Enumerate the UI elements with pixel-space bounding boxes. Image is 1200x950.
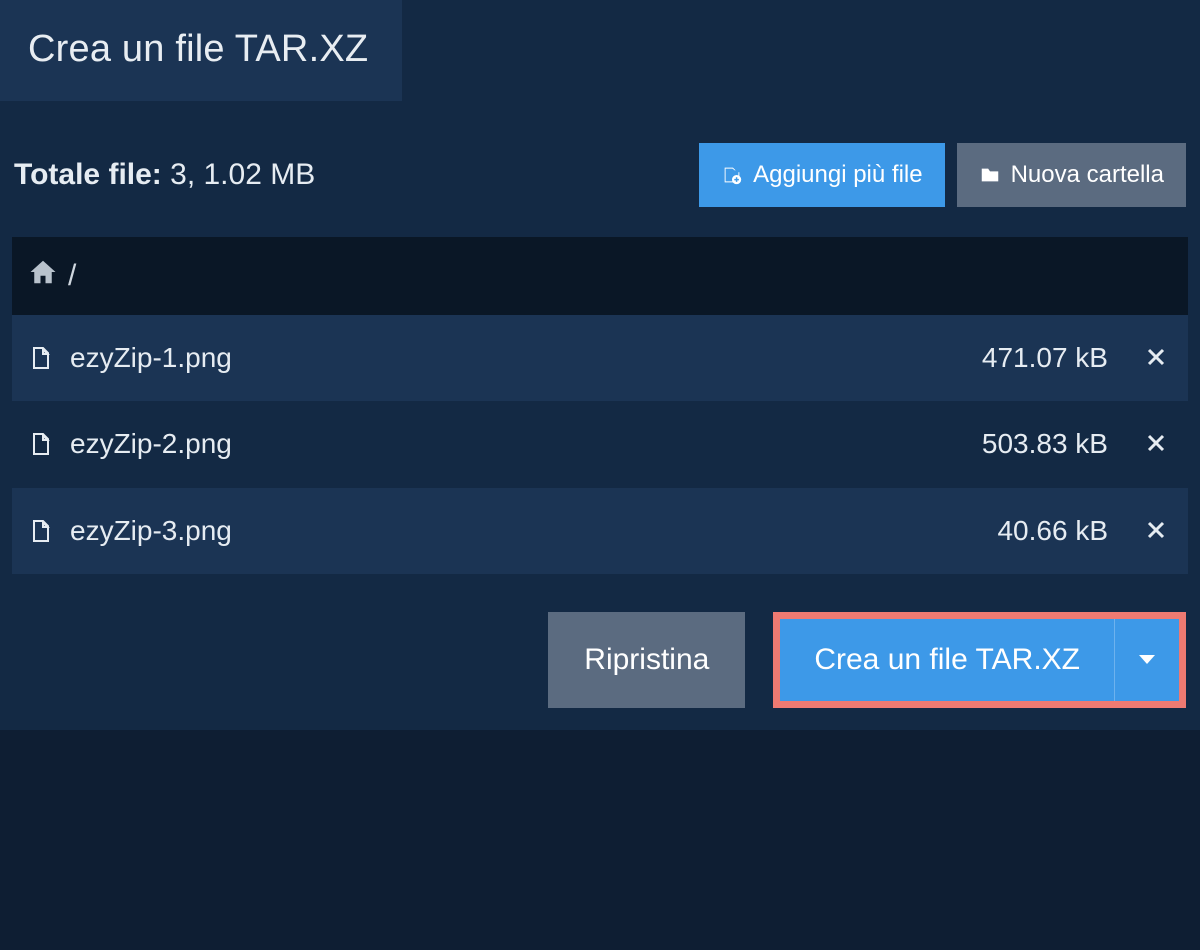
create-label: Crea un file TAR.XZ (814, 643, 1080, 677)
file-icon (28, 516, 52, 546)
reset-button[interactable]: Ripristina (548, 612, 745, 708)
chevron-down-icon (1139, 655, 1155, 664)
file-size: 471.07 kB (982, 342, 1108, 374)
breadcrumb-path: / (68, 259, 76, 293)
remove-file-button[interactable] (1140, 341, 1172, 375)
file-size: 40.66 kB (997, 515, 1108, 547)
page-title: Crea un file TAR.XZ (28, 28, 368, 70)
file-list: / ezyZip-1.png 471.07 kB ezyZip-2.png 50… (12, 237, 1188, 574)
file-size: 503.83 kB (982, 428, 1108, 460)
create-archive-options-button[interactable] (1114, 619, 1179, 701)
new-folder-button[interactable]: Nuova cartella (957, 143, 1186, 207)
file-name: ezyZip-3.png (70, 515, 979, 547)
create-button-highlight: Crea un file TAR.XZ (773, 612, 1186, 708)
file-name: ezyZip-2.png (70, 428, 964, 460)
summary-value: 3, 1.02 MB (170, 158, 315, 191)
file-icon (28, 343, 52, 373)
archive-panel: Crea un file TAR.XZ Totale file: 3, 1.02… (0, 0, 1200, 730)
summary-label: Totale file: (14, 158, 162, 191)
remove-file-button[interactable] (1140, 427, 1172, 461)
reset-label: Ripristina (584, 643, 709, 677)
close-icon (1144, 443, 1168, 458)
file-add-icon (721, 164, 743, 186)
breadcrumb[interactable]: / (12, 237, 1188, 315)
summary-row: Totale file: 3, 1.02 MB Aggiungi più fil… (0, 101, 1200, 237)
add-files-button[interactable]: Aggiungi più file (699, 143, 944, 207)
close-icon (1144, 357, 1168, 372)
close-icon (1144, 530, 1168, 545)
page-title-tab: Crea un file TAR.XZ (0, 0, 402, 101)
file-name: ezyZip-1.png (70, 342, 964, 374)
create-archive-button[interactable]: Crea un file TAR.XZ (780, 619, 1114, 701)
file-icon (28, 429, 52, 459)
new-folder-label: Nuova cartella (1011, 161, 1164, 189)
remove-file-button[interactable] (1140, 514, 1172, 548)
add-files-label: Aggiungi più file (753, 161, 922, 189)
header-actions: Aggiungi più file Nuova cartella (699, 143, 1186, 207)
file-row: ezyZip-2.png 503.83 kB (12, 401, 1188, 487)
footer-actions: Ripristina Crea un file TAR.XZ (0, 574, 1200, 730)
folder-icon (979, 164, 1001, 186)
file-total-summary: Totale file: 3, 1.02 MB (14, 158, 315, 192)
file-row: ezyZip-3.png 40.66 kB (12, 488, 1188, 574)
home-icon (28, 257, 58, 295)
file-row: ezyZip-1.png 471.07 kB (12, 315, 1188, 401)
